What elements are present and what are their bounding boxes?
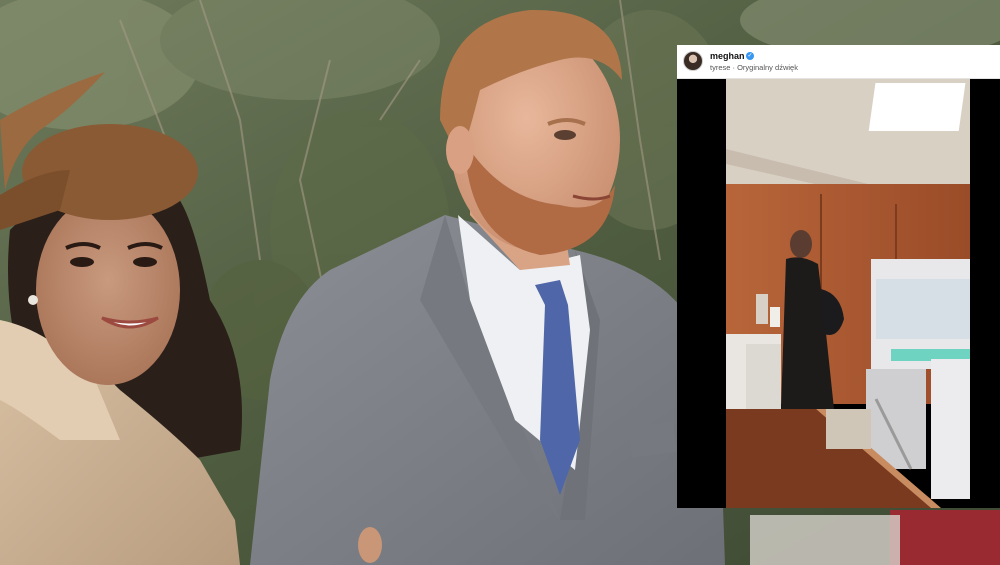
profile-avatar[interactable]	[683, 51, 703, 71]
video-frame[interactable]	[726, 79, 970, 508]
post-header: meghan ✓ tyrese · Oryginalny dźwięk	[677, 45, 1000, 79]
post-audio-line[interactable]: tyrese · Oryginalny dźwięk	[710, 63, 798, 73]
woman-face	[36, 195, 180, 385]
post-username[interactable]: meghan	[710, 51, 745, 62]
verified-badge-icon: ✓	[746, 52, 754, 60]
ceiling-light	[868, 83, 966, 131]
instagram-post-inset: meghan ✓ tyrese · Oryginalny dźwięk	[677, 45, 1000, 508]
